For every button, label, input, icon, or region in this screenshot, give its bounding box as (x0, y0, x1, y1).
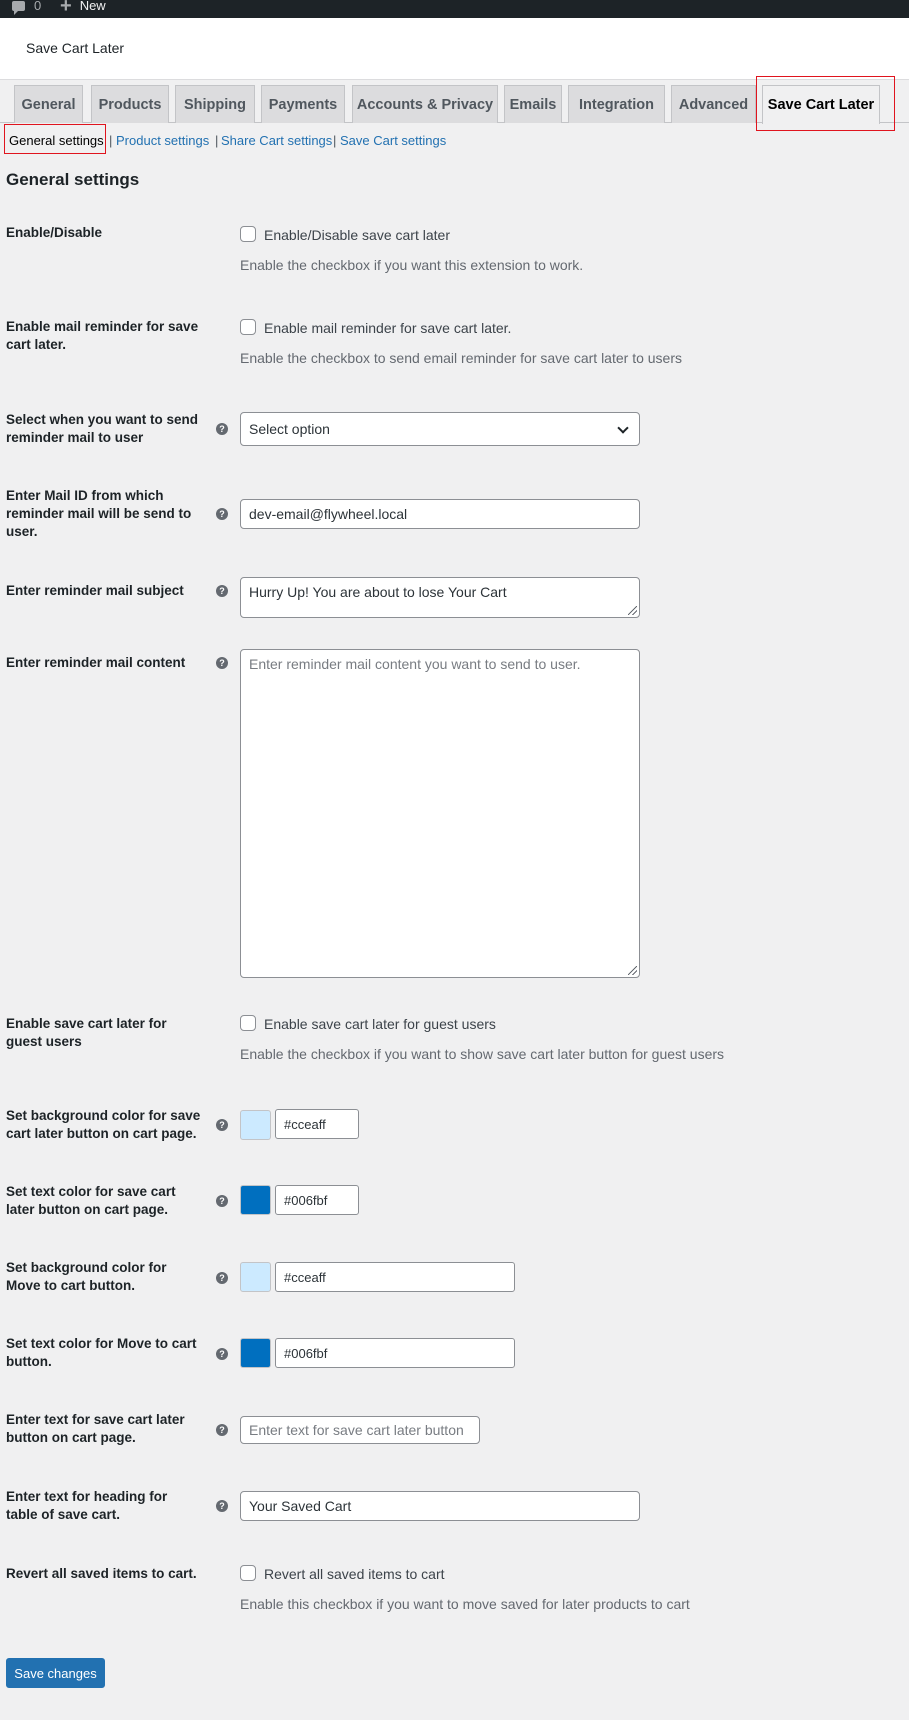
setting-label: Enter reminder mail subject (6, 583, 184, 598)
help-icon[interactable]: ? (216, 423, 228, 435)
table-heading-input[interactable]: Your Saved Cart (240, 1491, 640, 1521)
setting-label: Enter text for save cart later button on… (6, 1412, 185, 1445)
mail-content-textarea[interactable]: Enter reminder mail content you want to … (240, 649, 640, 978)
mail-reminder-checkbox[interactable] (240, 319, 256, 335)
comments-link[interactable]: 0 (12, 0, 42, 15)
tab-general[interactable]: General (14, 85, 83, 123)
textarea-value: Hurry Up! You are about to lose Your Car… (249, 584, 507, 600)
tab-integration[interactable]: Integration (568, 85, 665, 123)
save-changes-button[interactable]: Save changes (6, 1658, 105, 1688)
checkbox-label: Enable/Disable save cart later (264, 227, 450, 243)
textarea-placeholder: Enter reminder mail content you want to … (249, 656, 581, 672)
help-icon[interactable]: ? (216, 585, 228, 597)
mail-from-input[interactable]: dev-email@flywheel.local (240, 499, 640, 529)
setting-label: Select when you want to send reminder ma… (6, 412, 199, 445)
page-header: Save Cart Later (0, 18, 909, 80)
tab-payments[interactable]: Payments (261, 85, 345, 123)
move-btn-text-color-input[interactable]: #006fbf (275, 1338, 515, 1368)
new-content-link[interactable]: + New (60, 0, 106, 17)
resize-handle-icon[interactable] (628, 966, 637, 975)
setting-description: Enable the checkbox to send email remind… (240, 350, 682, 366)
color-swatch[interactable] (240, 1110, 271, 1140)
subnav-separator: | (109, 133, 113, 148)
mail-subject-textarea[interactable]: Hurry Up! You are about to lose Your Car… (240, 577, 640, 618)
revert-checkbox[interactable] (240, 1565, 256, 1581)
setting-label: Set background color for save cart later… (6, 1108, 201, 1141)
comments-count: 0 (34, 0, 42, 13)
help-icon[interactable]: ? (216, 1424, 228, 1436)
move-btn-bg-color-input[interactable]: #cceaff (275, 1262, 515, 1292)
help-icon[interactable]: ? (216, 1500, 228, 1512)
enable-checkbox[interactable] (240, 226, 256, 242)
checkbox-label: Enable save cart later for guest users (264, 1016, 496, 1032)
setting-description: Enable the checkbox if you want this ext… (240, 257, 584, 273)
tab-emails[interactable]: Emails (504, 85, 562, 123)
setting-label: Set text color for Move to cart button. (6, 1336, 197, 1369)
setting-label: Enable mail reminder for save cart later… (6, 319, 199, 352)
help-icon[interactable]: ? (216, 508, 228, 520)
setting-description: Enable the checkbox if you want to show … (240, 1046, 725, 1062)
subnav-share-cart-settings[interactable]: Share Cart settings (221, 133, 332, 148)
setting-label: Enter text for heading for table of save… (6, 1489, 168, 1522)
tab-advanced[interactable]: Advanced (671, 85, 756, 123)
help-icon[interactable]: ? (216, 1272, 228, 1284)
comment-icon (12, 0, 25, 15)
color-swatch[interactable] (240, 1338, 271, 1368)
setting-label: Enable/Disable (6, 225, 103, 240)
help-icon[interactable]: ? (216, 1119, 228, 1131)
guest-users-checkbox[interactable] (240, 1015, 256, 1031)
subnav-save-cart-settings[interactable]: Save Cart settings (340, 133, 446, 148)
chevron-down-icon (617, 422, 629, 434)
select-value: Select option (249, 421, 330, 437)
tab-shipping[interactable]: Shipping (175, 85, 255, 123)
setting-label: Revert all saved items to cart. (6, 1566, 197, 1581)
subnav-separator: | (215, 133, 219, 148)
checkbox-label: Revert all saved items to cart (264, 1566, 445, 1582)
help-icon[interactable]: ? (216, 657, 228, 669)
section-title: General settings (6, 170, 140, 189)
plus-icon: + (60, 0, 72, 17)
setting-label: Set background color for Move to cart bu… (6, 1260, 167, 1293)
admin-bar: 0 + New (0, 0, 909, 18)
checkbox-label: Enable mail reminder for save cart later… (264, 320, 512, 336)
setting-description: Enable this checkbox if you want to move… (240, 1596, 690, 1612)
save-btn-label-input[interactable]: Enter text for save cart later button (240, 1416, 480, 1444)
setting-label: Enter Mail ID from which reminder mail w… (6, 488, 192, 539)
resize-handle-icon[interactable] (628, 606, 637, 615)
color-swatch[interactable] (240, 1262, 271, 1292)
help-icon[interactable]: ? (216, 1348, 228, 1360)
tab-highlight-box (756, 76, 895, 131)
tab-accounts-privacy[interactable]: Accounts & Privacy (352, 85, 498, 123)
help-icon[interactable]: ? (216, 1195, 228, 1207)
save-btn-bg-color-input[interactable]: #cceaff (275, 1109, 359, 1139)
color-swatch[interactable] (240, 1185, 271, 1215)
save-btn-text-color-input[interactable]: #006fbf (275, 1185, 359, 1215)
subnav-highlight-box (4, 124, 106, 154)
reminder-when-select[interactable]: Select option (240, 412, 640, 446)
setting-label: Set text color for save cart later butto… (6, 1184, 176, 1217)
page-title: Save Cart Later (26, 40, 125, 56)
setting-label: Enable save cart later for guest users (6, 1016, 167, 1049)
new-label: New (79, 0, 106, 13)
setting-label: Enter reminder mail content (6, 655, 186, 670)
tab-products[interactable]: Products (91, 85, 169, 123)
subnav-product-settings[interactable]: Product settings (116, 133, 209, 148)
subnav-separator: | (333, 133, 337, 148)
